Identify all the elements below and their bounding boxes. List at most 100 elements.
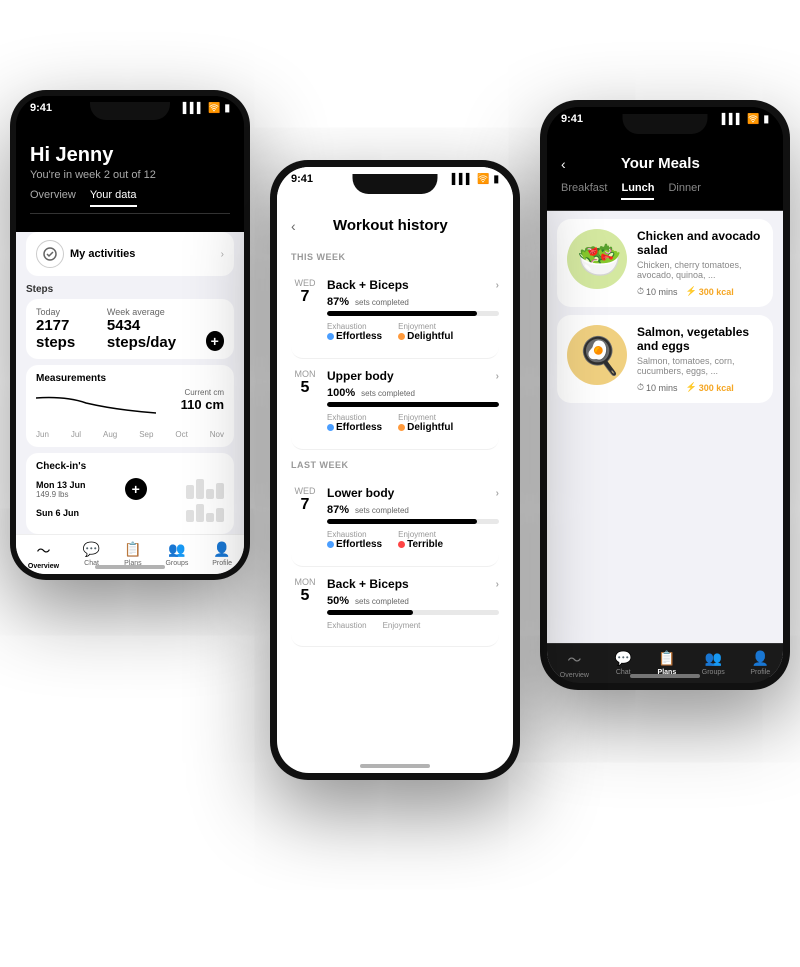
month-oct: Oct: [175, 430, 187, 439]
workout-pct-row-2: 100% sets completed: [327, 387, 499, 399]
tab-breakfast[interactable]: Breakfast: [561, 182, 607, 200]
checkin2-bars: [186, 504, 224, 522]
workout-pct-3: 87%: [327, 504, 349, 516]
workout-chevron-4[interactable]: ›: [496, 579, 499, 590]
left-tabs: Overview Your data: [30, 189, 230, 214]
exhaustion-1: Exhaustion Effortless: [327, 322, 382, 342]
day-mon-2: MON 5: [291, 577, 319, 605]
meal-card-1[interactable]: Chicken and avocado salad Chicken, cherr…: [557, 219, 773, 307]
workout-pct-2: 100%: [327, 387, 355, 399]
clock-icon-1: ⏱: [637, 286, 644, 297]
day-name-wed2: WED: [291, 486, 319, 496]
checkin-add-button[interactable]: +: [125, 478, 147, 500]
nav-groups[interactable]: 👥 Groups: [165, 541, 188, 570]
month-jul: Jul: [71, 430, 81, 439]
checkin1-weight: 149.9 lbs: [36, 490, 86, 499]
tab-dinner[interactable]: Dinner: [668, 182, 700, 200]
week-avg-label: Week average: [107, 307, 206, 317]
workout-chevron-2[interactable]: ›: [496, 371, 499, 382]
activities-label: My activities: [70, 248, 135, 260]
workout-scroll[interactable]: THIS WEEK WED 7 Back + Biceps › 87%: [277, 242, 513, 773]
enjoyment-dot-2: [398, 424, 405, 431]
home-indicator-right: [630, 674, 700, 678]
checkin1-row: Mon 13 Jun 149.9 lbs +: [36, 478, 224, 500]
tab-lunch[interactable]: Lunch: [621, 182, 654, 200]
workout-metrics-2: Exhaustion Effortless Enjoyment: [327, 413, 499, 433]
tab-overview[interactable]: Overview: [30, 189, 76, 207]
meal-info-2: Salmon, vegetables and eggs Salmon, toma…: [637, 325, 763, 393]
enjoyment-4: Enjoyment: [383, 621, 421, 630]
chat-icon-r: 💬: [615, 650, 632, 667]
workout-mon2-header: MON 5 Back + Biceps › 50% sets completed: [291, 577, 499, 630]
exhaustion-val-2: Effortless: [327, 422, 382, 433]
current-label: Current cm: [181, 388, 224, 397]
day-num-mon2: 5: [291, 587, 319, 605]
meal-card-2[interactable]: Salmon, vegetables and eggs Salmon, toma…: [557, 315, 773, 403]
enjoyment-val-1: Delightful: [398, 331, 453, 342]
workout-chevron-3[interactable]: ›: [496, 488, 499, 499]
tab-your-data[interactable]: Your data: [90, 189, 137, 207]
meal-kcal-2: ⚡ 300 kcal: [686, 382, 734, 393]
workout-metrics-3: Exhaustion Effortless Enjoyment: [327, 530, 499, 550]
back-arrow-right[interactable]: ‹: [561, 156, 566, 172]
phone-right: 9:41 ▌▌▌ 🛜 ▮ ‹ Your Meals Breakfast Lunc…: [540, 100, 790, 690]
progress-bar-4: [327, 610, 499, 615]
wifi-icon-c: 🛜: [477, 174, 489, 185]
nav-profile[interactable]: 👤 Profile: [212, 541, 232, 570]
workout-item-wed-lower: WED 7 Lower body › 87% sets completed: [291, 476, 499, 567]
notch-right: [623, 114, 708, 134]
workout-title: Workout history: [304, 217, 477, 234]
workout-name-text-3: Lower body: [327, 486, 394, 500]
nav-overview[interactable]: 〜 Overview: [28, 541, 59, 570]
checkin2-row: Sun 6 Jun: [36, 504, 224, 522]
sets-label-3: sets completed: [355, 506, 409, 515]
back-arrow-center[interactable]: ‹: [291, 218, 296, 234]
nav-groups-r[interactable]: 👥 Groups: [702, 650, 725, 679]
checkin-bars: [186, 479, 224, 499]
workout-pct-row-4: 50% sets completed: [327, 595, 499, 607]
today-steps: Today 2177 steps: [36, 307, 107, 351]
workout-name-text-2: Upper body: [327, 369, 394, 383]
greeting: Hi Jenny: [30, 144, 230, 167]
day-wed-2: WED 7: [291, 486, 319, 514]
measurements-chart: Current cm 110 cm: [36, 388, 224, 428]
meal-kcal-1: ⚡ 300 kcal: [686, 286, 734, 297]
workout-mon-header: MON 5 Upper body › 100% sets completed: [291, 369, 499, 433]
meal-card-inner-2: Salmon, vegetables and eggs Salmon, toma…: [557, 315, 773, 403]
home-indicator-center: [360, 764, 430, 768]
activities-row[interactable]: My activities ›: [26, 232, 234, 276]
workout-details-1: Back + Biceps › 87% sets completed: [327, 278, 499, 342]
workout-name-text-1: Back + Biceps: [327, 278, 409, 292]
bar-8: [216, 508, 224, 522]
months-row: Jun Jul Aug Sep Oct Nov: [36, 430, 224, 439]
workout-chevron-1[interactable]: ›: [496, 280, 499, 291]
measurements-card: Measurements Current cm 110 cm Jun Jul A…: [26, 365, 234, 447]
meal-image-1: [567, 229, 627, 289]
nav-overview-r[interactable]: 〜 Overview: [560, 650, 589, 679]
nav-profile-r[interactable]: 👤 Profile: [750, 650, 770, 679]
status-icons-right: ▌▌▌ 🛜 ▮: [722, 114, 769, 125]
checkin2-info: Sun 6 Jun: [36, 508, 79, 518]
enjoyment-2: Enjoyment Delightful: [398, 413, 453, 433]
groups-icon-r: 👥: [705, 650, 722, 667]
meal-time-1: ⏱ 10 mins: [637, 286, 678, 297]
chat-icon: 💬: [83, 541, 100, 558]
bar-2: [196, 479, 204, 499]
enjoyment-title-2: Enjoyment: [398, 413, 453, 422]
meal-kcal-val-1: 300 kcal: [699, 287, 734, 297]
exhaustion-4: Exhaustion: [327, 621, 367, 630]
enjoyment-val-3: Terrible: [398, 539, 443, 550]
day-num-mon1: 5: [291, 379, 319, 397]
steps-add-button[interactable]: +: [206, 331, 224, 351]
workout-metrics-4: Exhaustion Enjoyment: [327, 621, 499, 630]
day-wed-1: WED 7: [291, 278, 319, 306]
meal-time-val-2: 10 mins: [646, 383, 678, 393]
steps-row: Today 2177 steps Week average 5434 steps…: [36, 307, 224, 351]
bar-1: [186, 485, 194, 499]
phone-left-screen: 9:41 ▌▌▌ 🛜 ▮ Hi Jenny You're in week 2 o…: [16, 96, 244, 574]
enjoyment-title-4: Enjoyment: [383, 621, 421, 630]
month-jun: Jun: [36, 430, 49, 439]
nav-profile-label-r: Profile: [750, 669, 770, 676]
meals-content: Chicken and avocado salad Chicken, cherr…: [547, 211, 783, 677]
steps-card: Today 2177 steps Week average 5434 steps…: [26, 299, 234, 359]
